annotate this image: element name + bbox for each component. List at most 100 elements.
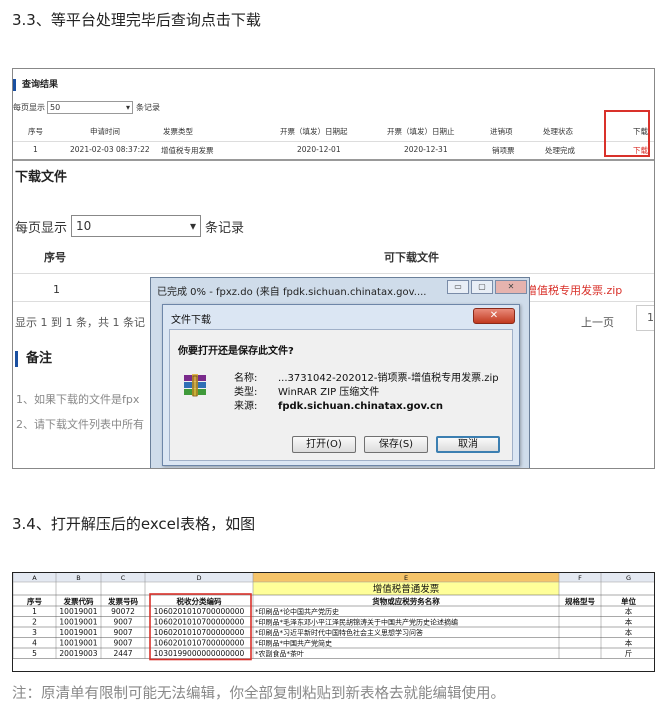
download-col-file: 可下载文件	[384, 251, 439, 264]
chevron-down-icon: ▾	[189, 219, 197, 233]
dialog-question: 你要打开还是保存此文件?	[178, 346, 294, 357]
download-highlight-box	[604, 110, 650, 157]
notes-title: 备注	[15, 351, 52, 367]
query-col-date-end: 开票（填发）日期止	[387, 127, 455, 136]
excel-header-cell: 序号	[27, 596, 42, 606]
download-file-link[interactable]: -增值税专用发票.zip	[522, 282, 622, 298]
minimize-button[interactable]: ▭	[447, 280, 469, 294]
column-letter: F	[578, 574, 582, 582]
excel-header-cell: 规格型号	[565, 596, 595, 606]
excel-cell: *印刷品*毛泽东邓小平江泽民胡锦涛关于中国共产党历史论述摘编	[255, 618, 458, 627]
file-download-dialog: 文件下载 ✕ 你要打开还是保存此文件? 名称: 类型: 来源: ...37310…	[162, 304, 520, 466]
excel-cell: 4	[32, 639, 37, 648]
note-1: 1、如果下载的文件是fpx	[16, 393, 140, 406]
dialog-title: 文件下载	[171, 315, 211, 326]
footer-note: 注：原清单有限制可能无法编辑，你全部复制粘贴到新表格去就能编辑使用。	[12, 686, 505, 702]
excel-cell: 10019001	[59, 618, 97, 627]
download-row-no: 1	[53, 283, 60, 296]
save-button[interactable]: 保存(S)	[364, 436, 428, 453]
ie-window-controls: ▭ ▢ ✕	[447, 280, 527, 294]
dialog-values: ...3731042-202012-销项票-增值税专用发票.zip WinRAR…	[278, 372, 499, 414]
download-per-page-value: 10	[76, 219, 92, 233]
query-table-header: 序号 申请时间 发票类型 开票（填发）日期起 开票（填发）日期止 进销项 处理状…	[13, 123, 654, 139]
query-col-apply-time: 申请时间	[90, 127, 120, 136]
label-type: 类型:	[234, 387, 258, 398]
pagination-status: 显示 1 到 1 条，共 1 条记	[15, 316, 145, 329]
excel-cell: 9007	[113, 618, 132, 627]
query-cell-invoice-type: 增值税专用发票	[161, 146, 214, 155]
query-per-page-suffix: 条记录	[136, 103, 160, 112]
query-col-date-start: 开票（填发）日期起	[280, 127, 348, 136]
table-row: 1 2021-02-03 08:37:22 增值税专用发票 2020-12-01…	[13, 141, 654, 155]
prev-page-button[interactable]: 上一页	[581, 314, 614, 330]
label-from: 来源:	[234, 401, 258, 412]
query-cell-apply-time: 2021-02-03 08:37:22	[70, 145, 150, 154]
excel-cell: 90072	[111, 607, 135, 616]
query-col-io: 进销项	[490, 127, 513, 136]
step1-heading: 3.3、等平台处理完毕后查询点击下载	[12, 11, 261, 29]
excel-cell: 1060201010700000000	[154, 618, 245, 627]
label-name: 名称:	[234, 373, 258, 384]
excel-cell: 5	[32, 649, 37, 658]
query-cell-date-start: 2020-12-01	[297, 145, 341, 154]
maximize-button[interactable]: ▢	[471, 280, 493, 294]
excel-cell: 1060201010700000000	[154, 607, 245, 616]
excel-cell: *印刷品*中国共产党简史	[255, 639, 332, 648]
excel-cell: *印刷品*论中国共产党历史	[255, 607, 339, 616]
page-1-button[interactable]: 1	[636, 305, 654, 331]
cancel-button[interactable]: 取消	[436, 436, 500, 453]
excel-cell: 1060201010700000000	[154, 639, 245, 648]
query-per-page-prefix: 每页显示	[13, 103, 45, 112]
column-letter: A	[32, 574, 37, 582]
download-col-no: 序号	[44, 251, 66, 264]
close-button[interactable]: ✕	[495, 280, 527, 294]
excel-cell: *印刷品*习近平新时代中国特色社会主义思想学习问答	[255, 628, 423, 637]
excel-header-cell: 单位	[621, 596, 636, 606]
excel-cell: 9007	[113, 639, 132, 648]
download-per-page-select[interactable]: 10 ▾	[71, 215, 202, 237]
query-col-status: 处理状态	[543, 127, 573, 136]
query-col-no: 序号	[28, 127, 43, 136]
file-name: ...3731042-202012-销项票-增值税专用发票.zip	[278, 373, 499, 384]
column-letter: G	[626, 574, 631, 582]
query-col-invoice-type: 发票类型	[163, 127, 193, 136]
winrar-archive-icon	[184, 374, 206, 397]
download-per-page-prefix: 每页显示	[15, 220, 68, 236]
query-result-title: 查询结果	[13, 79, 58, 91]
column-letter: E	[404, 574, 408, 582]
dialog-body: 你要打开还是保存此文件? 名称: 类型: 来源: ...3731042-2020…	[169, 329, 513, 461]
query-cell-io: 销项票	[492, 146, 515, 155]
excel-cell: 1030199000000000000	[154, 649, 245, 658]
query-cell-no: 1	[33, 145, 38, 154]
excel-cell: *农副食品*茶叶	[255, 649, 304, 658]
dialog-labels: 名称: 类型: 来源:	[234, 372, 257, 414]
download-per-page: 每页显示 10 ▾ 条记录	[15, 215, 244, 237]
excel-cell: 本	[625, 617, 633, 627]
excel-header-cell: 货物或应税劳务名称	[371, 596, 440, 606]
column-letter: C	[121, 574, 126, 582]
excel-cell: 本	[625, 606, 633, 616]
excel-cell: 3	[32, 628, 37, 637]
open-button[interactable]: 打开(O)	[292, 436, 356, 453]
query-cell-date-end: 2020-12-31	[404, 145, 448, 154]
query-cell-status: 处理完成	[545, 146, 575, 155]
excel-cell: 本	[625, 627, 633, 637]
step2-heading: 3.4、打开解压后的excel表格，如图	[12, 515, 256, 533]
dialog-close-button[interactable]: ✕	[473, 308, 515, 324]
excel-cell: 10019001	[59, 628, 97, 637]
chevron-down-icon: ▾	[125, 103, 130, 112]
download-screenshot: 查询结果 每页显示 50 ▾ 条记录 序号 申请时间 发票类型 开票（填发）日期…	[12, 68, 655, 469]
file-source: fpdk.sichuan.chinatax.gov.cn	[278, 401, 444, 412]
excel-cell: 9007	[113, 628, 132, 637]
excel-title: 增值税普通发票	[373, 583, 440, 595]
file-type: WinRAR ZIP 压缩文件	[278, 387, 380, 398]
excel-cell: 10019001	[59, 607, 97, 616]
excel-cell: 2447	[113, 649, 132, 658]
excel-screenshot: A B C D E F G 增值税普通发票 序号 发票代码 发票号码 税收分类编码 货物或应税劳务名称 规…	[12, 572, 655, 672]
query-per-page-select[interactable]: 50 ▾	[47, 101, 133, 114]
excel-cell: 斤	[625, 648, 633, 658]
column-letter: D	[196, 574, 201, 582]
excel-sheet: A B C D E F G 增值税普通发票序号 发票代码 发票号码 税收分类编码 货物或应税劳务名称 规…	[13, 573, 654, 661]
excel-cell: 2	[32, 618, 37, 627]
ie-window-title: 已完成 0% - fpxz.do (来自 fpdk.sichuan.chinat…	[157, 287, 427, 298]
